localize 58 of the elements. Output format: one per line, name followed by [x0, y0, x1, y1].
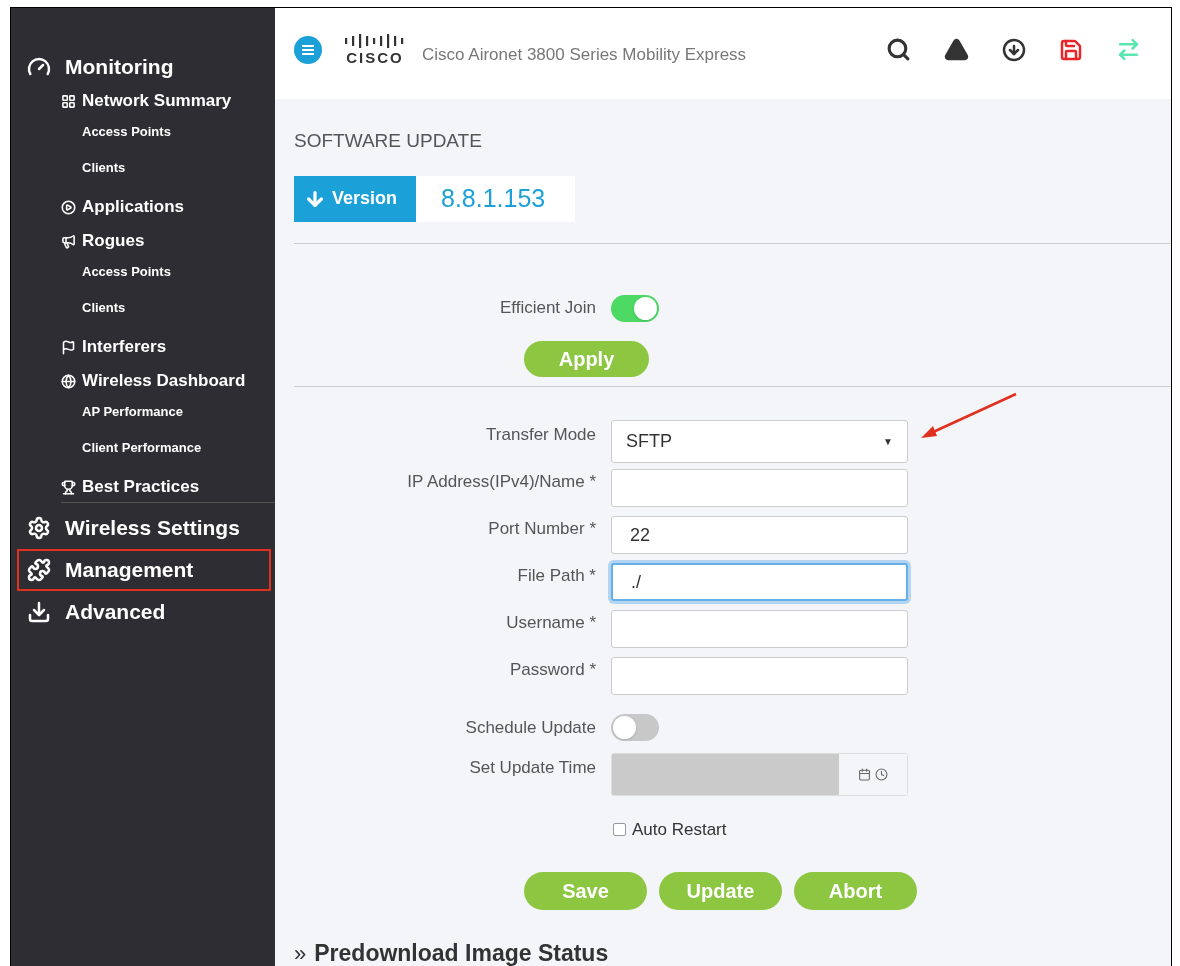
sidebar-item[interactable]: Best Practices [61, 474, 275, 500]
sidebar-subitem[interactable]: Clients [61, 150, 275, 186]
checkbox-label: Auto Restart [632, 818, 727, 841]
field-label: Transfer Mode [485, 423, 596, 446]
sidebar-item[interactable]: Monitoring [17, 46, 271, 88]
toggle-switch[interactable] [611, 714, 659, 741]
sidebar-subitem[interactable]: Clients [61, 290, 275, 326]
sidebar-subitem[interactable]: AP Performance [61, 394, 275, 430]
sidebar-item[interactable]: Network Summary [61, 88, 275, 114]
version-label: Version [294, 175, 416, 222]
version-value: 8.8.1.153 [416, 175, 575, 222]
transfer-mode-select[interactable]: SFTP ▼ [611, 419, 908, 463]
sidebar-item[interactable]: Wireless Dashboard [61, 368, 275, 394]
field-label: Schedule Update [464, 716, 596, 739]
field-label: Set Update Time [468, 756, 596, 779]
field-label: Efficient Join [498, 297, 596, 320]
globe-icon [61, 373, 76, 389]
sidebar-item[interactable]: Applications [61, 194, 275, 220]
field-label: Password * [509, 658, 596, 681]
sidebar-item[interactable]: Management [17, 549, 271, 591]
sidebar-item[interactable]: Rogues [61, 228, 275, 254]
field-label: Username * [505, 611, 596, 634]
download-icon [27, 600, 51, 624]
transfer-icon[interactable] [1116, 37, 1141, 62]
field-label: File Path * [516, 564, 596, 587]
field-label: Port Number * [487, 517, 596, 540]
chevron-icon: » [294, 936, 307, 966]
section-title: Predownload Image Status [314, 939, 609, 966]
flag-icon [61, 339, 76, 355]
input-field[interactable]: ./ [611, 563, 908, 601]
trophy-icon [61, 479, 76, 495]
puzzle-icon [27, 558, 51, 582]
sidebar-item[interactable]: Wireless Settings [17, 507, 271, 549]
cisco-logo: CISCO [344, 34, 406, 65]
caret-icon: ▼ [883, 433, 893, 449]
input-field[interactable]: 22 [611, 516, 908, 554]
settings-icon [27, 516, 51, 540]
app-title: Cisco Aironet 3800 Series Mobility Express [422, 43, 747, 66]
sidebar-item[interactable]: Advanced [17, 591, 271, 633]
input-field[interactable] [611, 610, 908, 648]
save-icon[interactable] [1059, 37, 1083, 62]
sidebar-subitem[interactable]: Access Points [61, 254, 275, 290]
sidebar-subitem[interactable]: Client Performance [61, 430, 275, 466]
play-icon [61, 199, 76, 215]
checkbox[interactable] [613, 822, 626, 836]
search-icon[interactable] [886, 37, 911, 62]
menu-button[interactable] [294, 35, 322, 64]
input-field[interactable] [611, 657, 908, 695]
toggle-switch[interactable] [611, 294, 659, 322]
field-label: IP Address(IPv4)/Name * [406, 470, 596, 493]
sidebar-subitem[interactable]: Access Points [61, 114, 275, 150]
megaphone-icon [61, 233, 76, 249]
download-icon[interactable] [1002, 37, 1026, 62]
sidebar-item[interactable]: Interferers [61, 334, 275, 360]
grid-icon [61, 93, 76, 109]
input-field[interactable] [611, 469, 908, 507]
page-title: SOFTWARE UPDATE [294, 129, 483, 153]
warning-icon[interactable] [944, 37, 969, 62]
